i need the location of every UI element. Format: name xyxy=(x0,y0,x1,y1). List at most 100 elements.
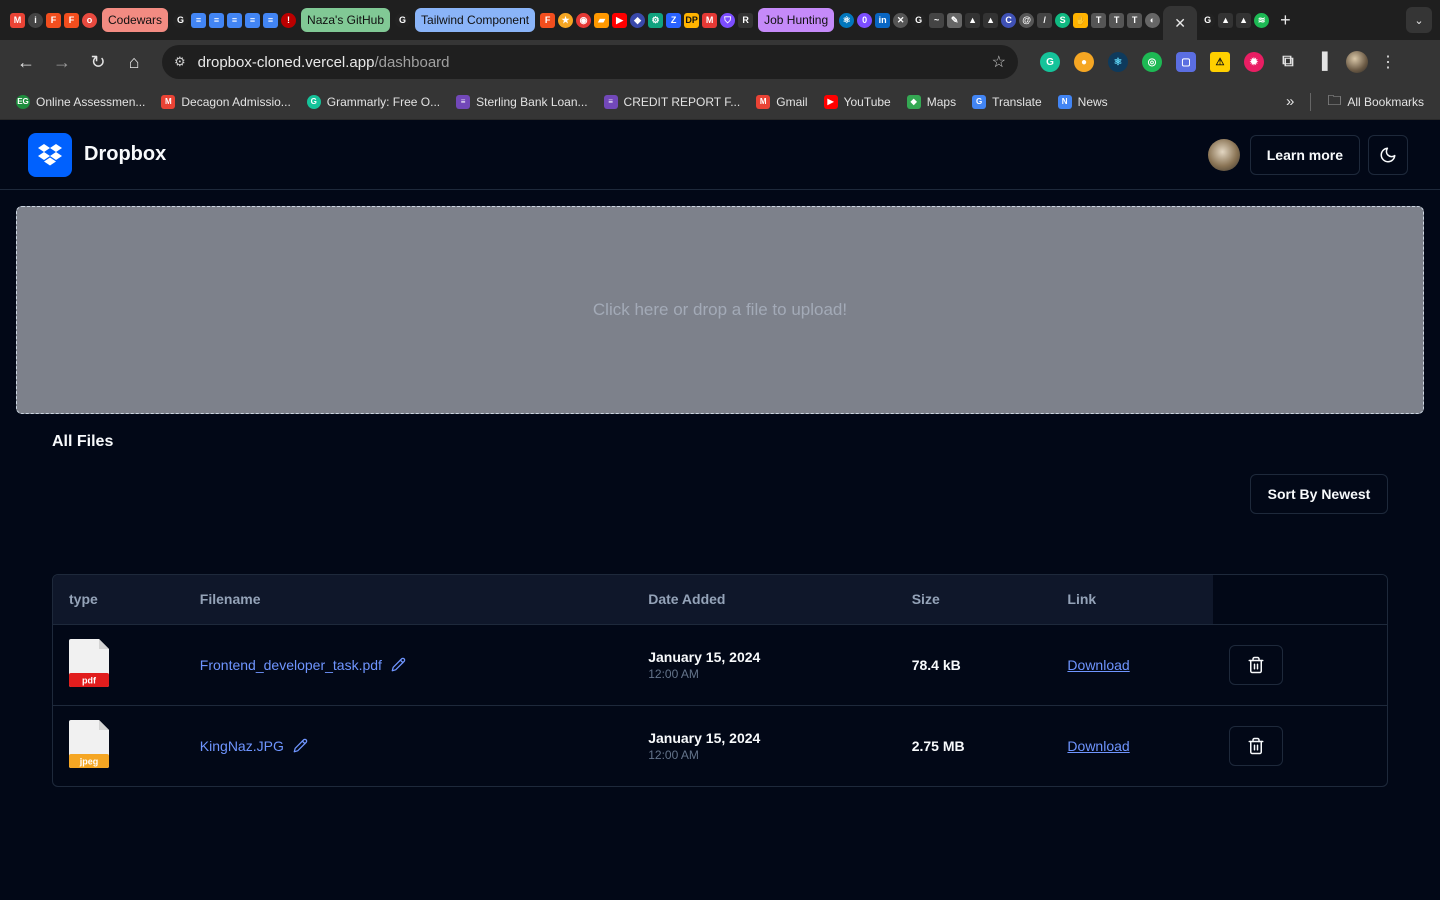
chatgpt-tab-icon[interactable]: ⚙ xyxy=(648,12,664,28)
github-tab-icon[interactable]: G xyxy=(395,12,411,28)
globe-tab-icon[interactable]: ◐ xyxy=(1145,12,1161,28)
app-tab-icon[interactable]: ▲ xyxy=(965,12,981,28)
warning-extension-icon[interactable]: ⚠ xyxy=(1210,52,1230,72)
bookmark-star-icon[interactable]: ☆ xyxy=(992,52,1006,72)
learn-more-button[interactable]: Learn more xyxy=(1249,134,1360,175)
app-tab-icon[interactable]: @ xyxy=(1019,12,1035,28)
side-panel-icon[interactable]: ▐ xyxy=(1312,52,1332,72)
new-tab-icon[interactable]: + xyxy=(1280,10,1291,31)
download-link[interactable]: Download xyxy=(1067,657,1129,673)
bookmark-item[interactable]: M Gmail xyxy=(750,94,813,109)
bookmark-item[interactable]: ≡ Sterling Bank Loan... xyxy=(450,94,593,109)
docs-tab-icon[interactable]: ≡ xyxy=(191,12,207,28)
extension-icon[interactable]: ✹ xyxy=(1244,52,1264,72)
tab-search-icon[interactable]: ⌄ xyxy=(1406,7,1432,33)
react-tab-icon[interactable]: ⚛ xyxy=(839,12,855,28)
app-tab-icon[interactable]: ▲ xyxy=(1236,12,1252,28)
tab-group-job-hunting[interactable]: Job Hunting xyxy=(758,8,835,32)
url-text[interactable]: dropbox-cloned.vercel.app/dashboard xyxy=(198,54,980,71)
figma-tab-icon[interactable]: F xyxy=(46,12,61,28)
extensions-puzzle-icon[interactable]: ⧉ xyxy=(1278,52,1298,72)
brand-name[interactable]: Dropbox xyxy=(84,143,166,166)
extension-icon[interactable]: ▢ xyxy=(1176,52,1196,72)
github-tab-icon[interactable]: G xyxy=(1200,12,1216,28)
app-tab-icon[interactable]: ! xyxy=(281,12,297,28)
docs-tab-icon[interactable]: ≡ xyxy=(227,12,243,28)
github-tab-icon[interactable]: G xyxy=(173,12,189,28)
bookmark-item[interactable]: G Grammarly: Free O... xyxy=(301,94,446,109)
app-tab-icon[interactable]: T xyxy=(1109,12,1125,28)
download-link[interactable]: Download xyxy=(1067,738,1129,754)
site-settings-icon[interactable]: ⚙ xyxy=(174,54,186,70)
app-tab-icon[interactable]: 0 xyxy=(857,12,873,28)
dp-tab-icon[interactable]: DP xyxy=(684,12,700,28)
app-tab-icon[interactable]: ~ xyxy=(929,12,945,28)
figma-tab-icon[interactable]: F xyxy=(64,12,79,28)
bookmark-item[interactable]: ▶ YouTube xyxy=(818,94,897,109)
youtube-tab-icon[interactable]: ▶ xyxy=(612,12,628,28)
figma-tab-icon[interactable]: F xyxy=(540,12,556,28)
back-arrow-icon[interactable]: ← xyxy=(10,46,42,78)
home-icon[interactable]: ⌂ xyxy=(118,46,150,78)
gmail-tab-icon[interactable]: M xyxy=(10,12,25,28)
app-tab-icon[interactable]: ▰ xyxy=(594,12,610,28)
delete-button[interactable] xyxy=(1229,725,1284,766)
extension-icon[interactable]: ● xyxy=(1074,52,1094,72)
extension-icon[interactable]: ◎ xyxy=(1142,52,1162,72)
browser-profile-avatar[interactable] xyxy=(1346,51,1368,73)
shield-tab-icon[interactable]: ⛉ xyxy=(720,12,736,28)
user-avatar[interactable] xyxy=(1207,138,1240,171)
grammarly-extension-icon[interactable]: G xyxy=(1040,52,1060,72)
all-bookmarks-button[interactable]: 🗀 All Bookmarks xyxy=(1321,90,1430,114)
docs-tab-icon[interactable]: ≡ xyxy=(209,12,225,28)
bookmark-item[interactable]: ≡ CREDIT REPORT F... xyxy=(598,94,747,109)
bookmark-item[interactable]: N News xyxy=(1052,94,1114,109)
docs-tab-icon[interactable]: ≡ xyxy=(245,12,261,28)
edit-pencil-icon[interactable] xyxy=(391,657,406,672)
close-tab-icon[interactable]: ✕ xyxy=(1174,15,1186,32)
tab-group-codewars[interactable]: Codewars xyxy=(102,8,169,32)
spotify-tab-icon[interactable]: ≋ xyxy=(1254,12,1270,28)
app-tab-icon[interactable]: T xyxy=(1127,12,1143,28)
bookmark-item[interactable]: G Translate xyxy=(966,94,1048,109)
app-tab-icon[interactable]: ✋ xyxy=(1073,12,1089,28)
bookmark-item[interactable]: EG Online Assessmen... xyxy=(10,94,151,109)
theme-toggle-button[interactable] xyxy=(1368,134,1408,175)
app-tab-icon[interactable]: / xyxy=(1037,12,1053,28)
pen-tab-icon[interactable]: ✎ xyxy=(947,12,963,28)
x-tab-icon[interactable]: ✕ xyxy=(893,12,909,28)
address-bar[interactable]: ⚙ dropbox-cloned.vercel.app/dashboard ☆ xyxy=(162,45,1018,79)
react-devtools-icon[interactable]: ⚛ xyxy=(1108,52,1128,72)
filename-link[interactable]: KingNaz.JPG xyxy=(200,738,284,754)
delete-button[interactable] xyxy=(1229,644,1284,685)
linkedin-tab-icon[interactable]: in xyxy=(875,12,891,28)
star-tab-icon[interactable]: ★ xyxy=(558,12,574,28)
filename-link[interactable]: Frontend_developer_task.pdf xyxy=(200,657,382,673)
edit-pencil-icon[interactable] xyxy=(293,738,308,753)
app-tab-icon[interactable]: C xyxy=(1001,12,1017,28)
forward-arrow-icon[interactable]: → xyxy=(46,46,78,78)
app-tab-icon[interactable]: ▲ xyxy=(1218,12,1234,28)
bookmark-item[interactable]: M Decagon Admissio... xyxy=(155,94,296,109)
app-tab-icon[interactable]: R xyxy=(738,12,754,28)
browser-menu-icon[interactable]: ⋮ xyxy=(1380,52,1396,72)
app-tab-icon[interactable]: ◆ xyxy=(630,12,646,28)
active-tab[interactable]: ✕ xyxy=(1163,6,1198,40)
github-tab-icon[interactable]: G xyxy=(911,12,927,28)
info-tab-icon[interactable]: i xyxy=(28,12,43,28)
docs-tab-icon[interactable]: ≡ xyxy=(263,12,279,28)
app-tab-icon[interactable]: T xyxy=(1091,12,1107,28)
more-bookmarks-chevron-icon[interactable]: » xyxy=(1280,93,1300,110)
reload-icon[interactable]: ↻ xyxy=(82,46,114,78)
tab-group-tailwind-component[interactable]: Tailwind Component xyxy=(415,8,536,32)
upload-dropzone[interactable]: Click here or drop a file to upload! xyxy=(16,206,1424,414)
bookmark-item[interactable]: ◆ Maps xyxy=(901,94,962,109)
sort-button[interactable]: Sort By Newest xyxy=(1250,474,1388,514)
app-tab-icon[interactable]: S xyxy=(1055,12,1071,28)
dropbox-logo-icon[interactable] xyxy=(28,132,72,177)
tab-group-nazas-github[interactable]: Naza's GitHub xyxy=(301,8,391,32)
app-tab-icon[interactable]: Z xyxy=(666,12,682,28)
app-tab-icon[interactable]: M xyxy=(702,12,718,28)
app-tab-icon[interactable]: ◉ xyxy=(576,12,592,28)
app-tab-icon[interactable]: ▲ xyxy=(983,12,999,28)
